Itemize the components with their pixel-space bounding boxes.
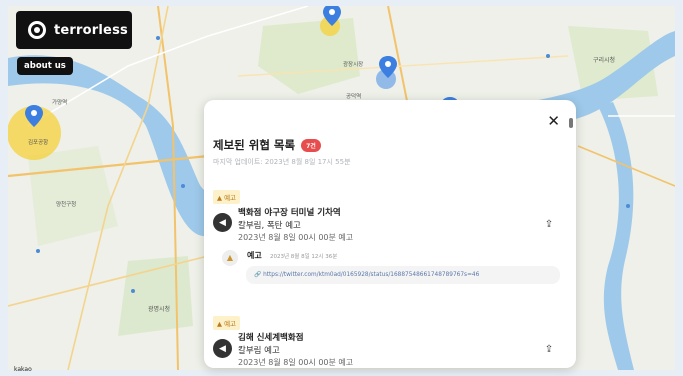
threat-time: 2023년 8월 8일 00시 00분 예고 [238,233,354,242]
threat-time: 2023년 8월 8일 00시 00분 예고 [238,358,354,367]
notice-entry: ▲ 예고 2023년 8월 8일 12시 36분 🔗 https://twitt… [222,248,560,286]
app-frame: 가양역 공덕역 김포공항 구리시청 광장시장 광명시청 양천구청 terrorl… [0,0,683,376]
threat-title[interactable]: 백화점 야구장 터미널 기차역 [238,206,341,218]
map-label: 구리시청 [593,56,615,64]
map-label: 광명시청 [148,305,170,313]
target-ring-icon [28,21,46,39]
panel-scrollbar[interactable] [569,118,573,128]
megaphone-icon: ◀ [213,213,232,232]
threat-type: 칼부림, 폭탄 예고 [238,221,301,231]
threat-list-panel: ✕ 제보된 위협 목록 7건 마지막 업데이트: 2023년 8월 8일 17시 … [204,100,576,368]
map-attribution: kakao [14,366,32,373]
map-label: 공덕역 [346,92,361,100]
source-link[interactable]: 🔗 https://twitter.com/ktm0ad/0165928/sta… [246,266,560,284]
last-updated-text: 마지막 업데이트: 2023년 8월 8일 17시 55분 [213,158,351,166]
share-icon[interactable]: ⇪ [542,218,556,232]
notice-label: 예고 [247,251,262,260]
megaphone-icon: ◀ [213,339,232,358]
threat-title[interactable]: 김해 신세계백화점 [238,331,304,343]
source-link-text[interactable]: https://twitter.com/ktm0ad/0165928/statu… [263,272,479,278]
status-badge: ▲ 예고 [213,190,241,204]
threat-count-badge: 7건 [301,139,321,152]
brand-name: terrorless [54,22,128,38]
map-label: 광장시장 [343,61,363,68]
status-badge: ▲ 예고 [213,316,241,330]
close-icon[interactable]: ✕ [547,112,560,130]
map-label: 김포공항 [28,138,48,146]
share-icon[interactable]: ⇪ [542,343,556,357]
panel-title: 제보된 위협 목록 7건 [213,137,321,153]
about-us-button[interactable]: about us [17,57,73,75]
map-label: 가양역 [52,98,67,106]
threat-type: 칼부림 예고 [238,346,280,356]
map-label: 양천구청 [56,200,76,208]
warning-icon: ▲ [222,250,238,266]
brand-logo-button[interactable]: terrorless [16,11,132,49]
link-icon: 🔗 [254,272,264,278]
notice-timestamp: 2023년 8월 8일 12시 36분 [270,254,338,260]
panel-title-text: 제보된 위협 목록 [213,138,296,152]
